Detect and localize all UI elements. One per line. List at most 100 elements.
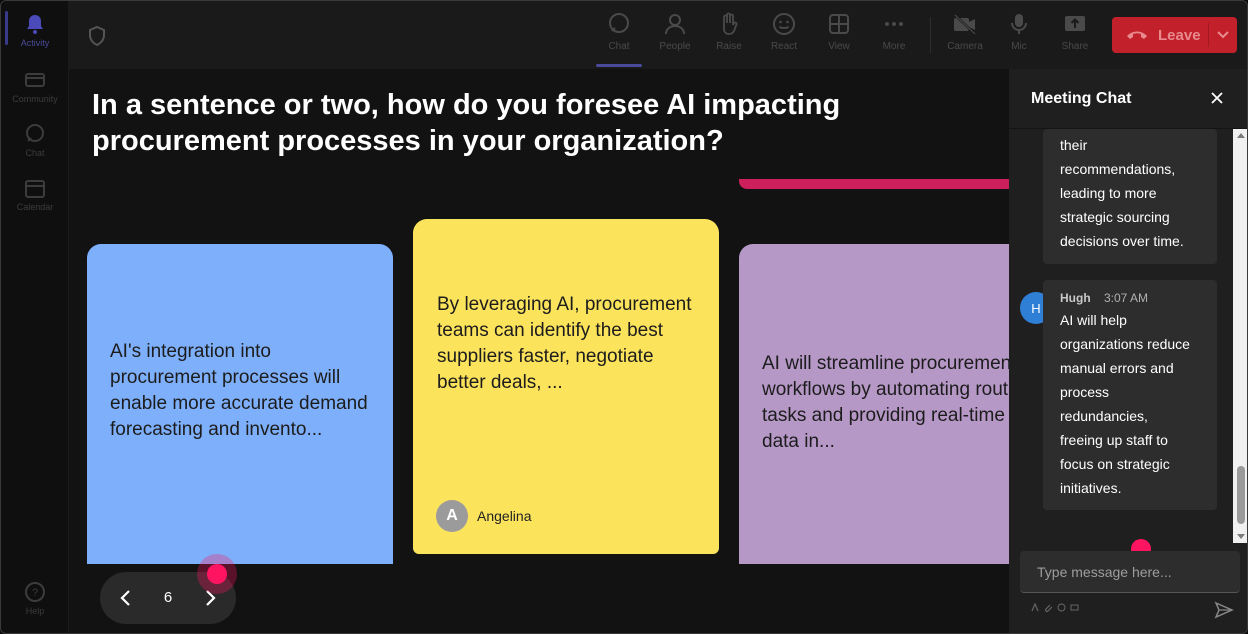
rail-item-calendar[interactable]: Calendar: [1, 169, 69, 221]
response-author: A Angelina: [436, 500, 532, 532]
svg-text:?: ?: [32, 587, 38, 599]
view-grid-icon: [826, 11, 852, 37]
chevron-left-icon[interactable]: [114, 586, 138, 610]
scroll-down-arrow-icon[interactable]: [1237, 534, 1245, 539]
leave-button-label: Leave: [1158, 26, 1201, 44]
camera-off-icon: [952, 11, 978, 37]
message-line: redundancies,: [1060, 408, 1148, 424]
shield-icon: [87, 25, 107, 47]
rail-item-activity[interactable]: Activity: [1, 5, 69, 57]
page-number: 6: [163, 589, 173, 606]
toolbar-chat-button[interactable]: Chat: [593, 11, 645, 67]
response-card[interactable]: By leveraging AI, procurement teams can …: [413, 219, 719, 554]
community-icon: [24, 69, 46, 91]
toolbar-label: Camera: [947, 41, 983, 52]
chat-icon: [606, 11, 632, 37]
toolbar-label: More: [882, 41, 906, 52]
people-icon: [662, 11, 688, 37]
message-author: Hugh: [1060, 291, 1091, 305]
message-line: recommendations,: [1060, 161, 1176, 177]
chat-header: Meeting Chat: [1009, 69, 1247, 129]
attach-icon[interactable]: [1044, 603, 1053, 614]
rail-item-community[interactable]: Community: [1, 61, 69, 113]
meeting-window: Activity Community Chat Calendar ? Help: [0, 0, 1248, 634]
more-icon: [881, 11, 907, 37]
chat-title: Meeting Chat: [1031, 90, 1132, 107]
accent-bar: [739, 179, 1009, 189]
toolbar-label: View: [828, 41, 850, 52]
message-time: 3:07 AM: [1104, 291, 1149, 305]
chat-icon: [24, 123, 46, 145]
format-icon[interactable]: [1031, 602, 1040, 614]
toolbar-label: Mic: [1011, 41, 1027, 52]
message-line: process: [1060, 384, 1110, 400]
message-body: their recommendations, leading to more s…: [1060, 133, 1184, 253]
meeting-toolbar: Chat People Raise React View More Camera…: [69, 1, 1247, 69]
rail-item-label: Community: [12, 94, 58, 104]
toolbar-people-button[interactable]: People: [649, 11, 701, 67]
rail-item-help[interactable]: ? Help: [1, 573, 69, 625]
question-title: In a sentence or two, how do you foresee…: [92, 89, 841, 157]
avatar: A: [436, 500, 468, 532]
active-tab-indicator: [596, 64, 642, 67]
phone-hangup-icon: [1126, 28, 1148, 42]
rail-item-label: Activity: [20, 38, 50, 48]
response-text: AI will streamline procurement workflows…: [762, 353, 1009, 452]
toolbar-view-button[interactable]: View: [813, 11, 865, 67]
response-text: AI's integration into procurement proces…: [110, 341, 368, 440]
react-icon: [771, 11, 797, 37]
toolbar-raise-button[interactable]: Raise: [703, 11, 755, 67]
message-input[interactable]: [1020, 551, 1240, 593]
bell-icon: [24, 13, 46, 35]
chat-message: Hugh 3:07 AM AI will help organizations …: [1043, 280, 1217, 510]
message-composer: [1020, 551, 1240, 593]
message-body: AI will help organizations reduce manual…: [1060, 308, 1190, 500]
emoji-icon[interactable]: [1057, 603, 1066, 614]
response-card[interactable]: AI's integration into procurement proces…: [87, 244, 393, 564]
toolbar-camera-button[interactable]: Camera: [939, 11, 991, 67]
rail-item-label: Help: [25, 606, 45, 616]
toolbar-label: People: [659, 41, 691, 52]
toolbar-more-button[interactable]: More: [868, 11, 920, 67]
gif-icon[interactable]: [1070, 603, 1079, 614]
meeting-chat-panel: Meeting Chat their recommendations, lead…: [1009, 69, 1247, 633]
toolbar-mic-button[interactable]: Mic: [993, 11, 1045, 67]
leave-button-divider: [1208, 23, 1209, 47]
rail-item-label: Chat: [25, 148, 45, 158]
calendar-icon: [24, 177, 46, 199]
toolbar-react-button[interactable]: React: [758, 11, 810, 67]
message-line: freeing up staff to: [1060, 432, 1168, 448]
response-card[interactable]: AI will streamline procurement workflows…: [739, 244, 1009, 564]
cursor-indicator: [207, 564, 227, 584]
response-text: By leveraging AI, procurement teams can …: [437, 294, 692, 393]
raise-hand-icon: [716, 11, 742, 37]
message-line: organizations reduce: [1060, 336, 1190, 352]
toolbar-label: Raise: [716, 41, 742, 52]
share-icon: [1062, 11, 1088, 37]
mic-icon: [1006, 11, 1032, 37]
toolbar-share-button[interactable]: Share: [1049, 11, 1101, 67]
leave-button[interactable]: Leave: [1112, 17, 1237, 53]
scrollbar-thumb[interactable]: [1237, 466, 1245, 524]
message-line: manual errors and: [1060, 360, 1174, 376]
message-line: AI will help: [1060, 312, 1127, 328]
message-line: their: [1060, 137, 1088, 153]
author-name: Angelina: [477, 508, 532, 524]
scroll-up-arrow-icon[interactable]: [1237, 133, 1245, 138]
message-line: decisions over time.: [1060, 233, 1184, 249]
toolbar-label: Chat: [608, 41, 630, 52]
chat-scrollbar[interactable]: [1233, 129, 1247, 543]
rail-item-chat[interactable]: Chat: [1, 115, 69, 167]
message-meta: Hugh 3:07 AM: [1060, 291, 1148, 305]
message-line: initiatives.: [1060, 480, 1122, 496]
toolbar-label: Share: [1061, 41, 1089, 52]
message-line: focus on strategic: [1060, 456, 1170, 472]
chevron-down-icon[interactable]: [1216, 27, 1230, 41]
send-icon[interactable]: [1214, 601, 1234, 619]
message-line: leading to more: [1060, 185, 1157, 201]
rail-item-label: Calendar: [16, 202, 54, 212]
left-rail: Activity Community Chat Calendar ? Help: [1, 1, 69, 633]
toolbar-label: React: [770, 41, 798, 52]
format-toolbar: [1031, 602, 1079, 614]
close-icon[interactable]: [1208, 89, 1226, 107]
